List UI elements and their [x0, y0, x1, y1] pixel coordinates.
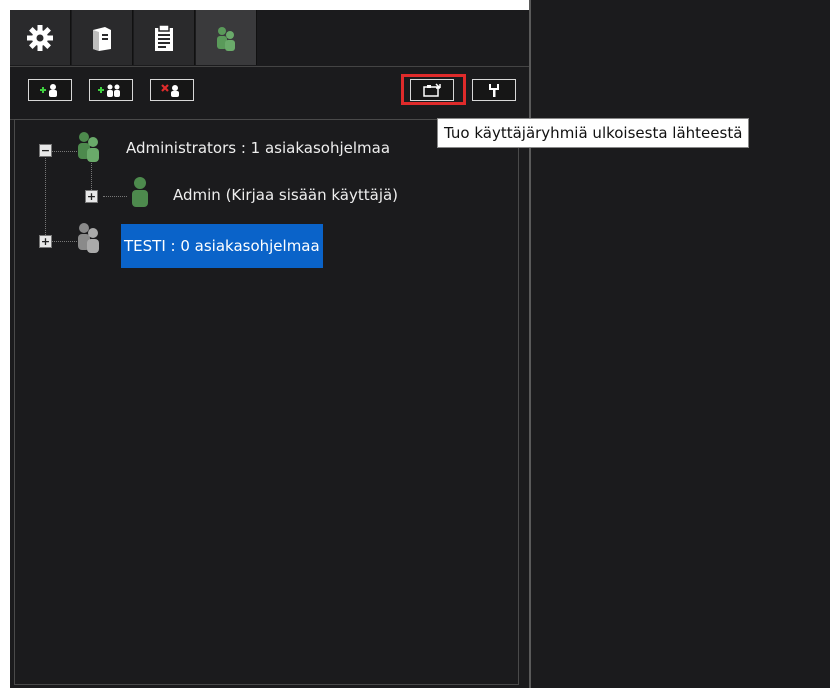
tab-bar — [10, 10, 529, 65]
left-panel: − Administrators : 1 asiakasohjelmaa + A… — [10, 10, 529, 688]
clipboard-icon — [155, 23, 173, 51]
tree-node-testi[interactable]: + TESTI : 0 asiakasohjelmaa — [15, 223, 515, 268]
import-tooltip: Tuo käyttäjäryhmiä ulkoisesta lähteestä — [437, 118, 750, 148]
tree-node-label: Administrators : 1 asiakasohjelmaa — [126, 139, 391, 157]
tree-node-admin[interactable]: + Admin (Kirjaa sisään käyttäjä) — [15, 177, 515, 209]
user-group-tree: − Administrators : 1 asiakasohjelmaa + A… — [14, 119, 519, 685]
group-icon-gray — [78, 223, 99, 253]
delete-button[interactable] — [150, 79, 194, 101]
tab-users[interactable] — [196, 10, 257, 65]
tree-node-label: TESTI : 0 asiakasohjelmaa — [121, 224, 323, 268]
add-group-button[interactable] — [89, 79, 133, 101]
app-window: − Administrators : 1 asiakasohjelmaa + A… — [0, 0, 830, 688]
tools-button[interactable] — [472, 79, 516, 101]
right-panel — [531, 0, 830, 688]
collapse-toggle[interactable]: − — [39, 144, 52, 157]
tab-clipboard[interactable] — [134, 10, 195, 65]
group-icon — [78, 132, 99, 162]
gear-icon — [27, 24, 53, 51]
import-button-highlight — [401, 74, 466, 105]
user-icon — [132, 177, 148, 207]
add-user-button[interactable] — [28, 79, 72, 101]
add-group-icon — [98, 84, 120, 97]
users-icon — [217, 26, 235, 51]
add-user-icon — [40, 84, 57, 97]
tab-settings[interactable] — [10, 10, 71, 65]
tools-icon — [489, 84, 499, 97]
server-icon — [93, 26, 111, 51]
toolbar — [10, 66, 529, 120]
left-margin — [0, 0, 10, 688]
tab-servers[interactable] — [72, 10, 133, 65]
tree-node-label: Admin (Kirjaa sisään käyttäjä) — [173, 186, 399, 204]
delete-icon — [161, 84, 179, 97]
expand-toggle[interactable]: + — [85, 190, 98, 203]
expand-toggle[interactable]: + — [39, 235, 52, 248]
